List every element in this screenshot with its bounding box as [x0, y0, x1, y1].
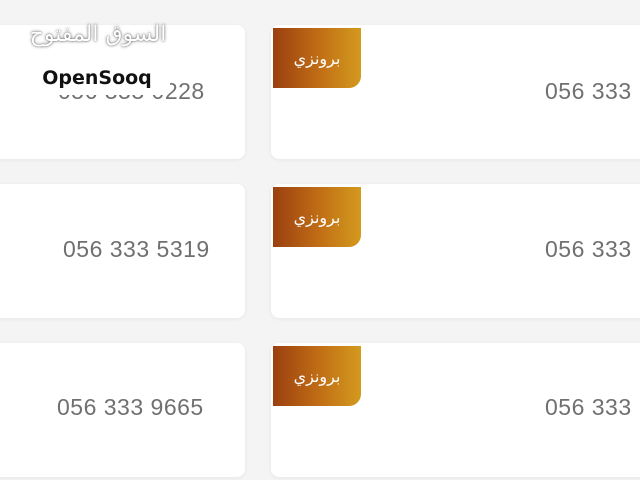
listing-card[interactable]: 056 333 9665 — [0, 343, 245, 477]
watermark-logo: OpenSooq — [24, 61, 170, 95]
phone-number: 056 333 5319 — [63, 236, 210, 262]
listing-card[interactable]: 056 333 5319 — [0, 184, 245, 318]
watermark-arabic: السوق المفتوح — [29, 22, 167, 47]
phone-number: 056 333 — [545, 236, 632, 262]
tier-badge: برونزي — [273, 187, 361, 247]
phone-number: 056 333 — [545, 394, 632, 420]
phone-number: 056 333 9665 — [57, 394, 204, 420]
tier-badge: برونزي — [273, 346, 361, 406]
tier-badge: برونزي — [273, 28, 361, 88]
phone-number: 056 333 — [545, 78, 632, 104]
